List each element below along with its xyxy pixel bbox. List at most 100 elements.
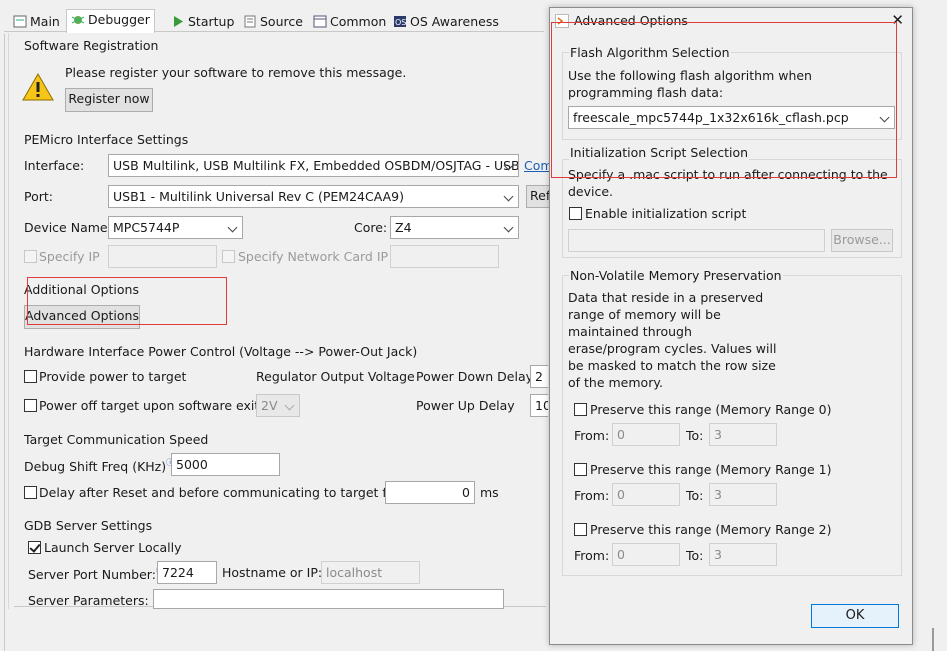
tab-startup-label: Startup [188,14,235,29]
tab-debugger[interactable]: Debugger [66,9,155,33]
shift-freq-input[interactable]: 5000 [171,453,280,476]
regulator-voltage-label: Regulator Output Voltage [256,369,415,384]
chevron-down-icon [503,222,514,233]
warning-icon [22,72,54,105]
enable-init-script-checkbox[interactable] [569,207,582,220]
range-2-from-label: From: [574,548,610,563]
debugger-tab-icon [71,13,85,26]
chevron-down-icon [284,400,295,411]
power-off-checkbox[interactable] [24,399,37,412]
tab-source[interactable]: Source [238,11,308,32]
tab-main[interactable]: Main [8,11,65,32]
range-2-to-label: To: [686,548,704,563]
svg-text:OS: OS [395,18,406,27]
specify-ip-label: Specify IP [39,249,100,264]
delay-input[interactable]: 0 [385,481,475,504]
source-tab-icon [243,15,257,28]
tab-os-awareness[interactable]: OS OS Awareness [388,11,504,32]
specify-ip-input[interactable] [108,245,217,268]
port-select[interactable]: USB1 - Multilink Universal Rev C (PEM24C… [108,185,519,208]
server-port-input[interactable]: 7224 [157,561,217,584]
highlight-box-flash [551,22,897,178]
range-2-from-input[interactable]: 0 [612,543,680,566]
provide-power-checkbox[interactable] [24,370,37,383]
core-select[interactable]: Z4 [390,216,519,239]
nvm-desc-0: Data that reside in a preserved [568,290,764,305]
power-down-delay-input[interactable]: 2 [530,365,548,388]
interface-select[interactable]: USB Multilink, USB Multilink FX, Embedde… [108,154,519,177]
device-name-value: MPC5744P [113,220,180,235]
specify-nic-checkbox[interactable] [222,250,235,263]
power-down-delay-label: Power Down Delay [416,369,534,384]
voltage-value: 2V [261,398,278,413]
interface-value: USB Multilink, USB Multilink FX, Embedde… [113,158,519,173]
power-control-title: Hardware Interface Power Control (Voltag… [24,344,418,359]
init-desc-line2: device. [568,184,614,199]
specify-nic-label: Specify Network Card IP [238,249,389,264]
browse-button[interactable]: Browse... [831,229,893,252]
power-up-delay-input[interactable]: 10 [530,394,548,417]
preserve-range-0-checkbox[interactable] [574,403,587,416]
preserve-range-0-label: Preserve this range (Memory Range 0) [590,402,832,417]
voltage-select[interactable]: 2V [256,394,300,417]
highlight-box-advanced [27,277,227,325]
interface-label: Interface: [24,158,85,173]
tab-bar: Main Debugger Startup Source Common OS OS… [4,8,544,33]
chevron-down-icon [503,191,514,202]
range-1-to-input[interactable]: 3 [709,483,777,506]
delay-unit: ms [480,485,499,500]
gdb-title: GDB Server Settings [24,518,153,533]
window-edge [4,34,5,651]
device-name-select[interactable]: MPC5744P [108,216,243,239]
hostname-label: Hostname or IP: [222,565,323,580]
range-0-to-label: To: [686,428,704,443]
common-tab-icon [313,15,327,28]
tab-common-label: Common [330,14,387,29]
nvm-desc-2: maintained through [568,324,692,339]
tab-common[interactable]: Common [308,11,391,32]
nvm-desc-5: of the memory. [568,375,663,390]
main-tab-icon [13,15,27,28]
range-2-to-input[interactable]: 3 [709,543,777,566]
startup-tab-icon [171,15,185,28]
comm-speed-title: Target Communication Speed [24,432,209,447]
server-port-label: Server Port Number:ⓘ [28,565,164,582]
delay-after-reset-label: Delay after Reset and before communicati… [39,485,400,500]
preserve-range-2-checkbox[interactable] [574,523,587,536]
ok-button[interactable]: OK [811,604,899,628]
specify-nic-input[interactable] [390,245,499,268]
range-1-from-label: From: [574,488,610,503]
range-1-from-input[interactable]: 0 [612,483,680,506]
specify-ip-checkbox[interactable] [24,250,37,263]
nvm-title: Non-Volatile Memory Preservation [569,268,783,283]
scroll-edge [932,628,934,651]
server-params-input[interactable] [153,589,504,609]
tab-source-label: Source [260,14,303,29]
delay-after-reset-checkbox[interactable] [24,486,37,499]
registration-message: Please register your software to remove … [65,65,407,80]
preserve-range-1-label: Preserve this range (Memory Range 1) [590,462,832,477]
nvm-desc-1: range of memory will be [568,307,721,322]
tab-startup[interactable]: Startup [166,11,239,32]
port-value: USB1 - Multilink Universal Rev C (PEM24C… [113,189,404,204]
server-params-label: Server Parameters: [28,593,149,608]
nvm-desc-4: be masked to match the row size [568,358,776,373]
power-off-label: Power off target upon software exit [39,398,260,413]
power-up-delay-label: Power Up Delay [416,398,515,413]
range-1-to-label: To: [686,488,704,503]
register-now-button[interactable]: Register now [65,88,153,112]
preserve-range-1-checkbox[interactable] [574,463,587,476]
range-0-from-input[interactable]: 0 [612,423,680,446]
range-0-to-input[interactable]: 3 [709,423,777,446]
hostname-input[interactable]: localhost [321,561,420,584]
chevron-down-icon [227,222,238,233]
registration-title: Software Registration [24,38,159,53]
nvm-desc-3: erase/program cycles. Values will [568,341,777,356]
port-label: Port: [24,189,53,204]
range-0-from-label: From: [574,428,610,443]
init-script-path-input[interactable] [568,229,825,252]
launch-server-checkbox[interactable] [28,541,41,554]
enable-init-script-label: Enable initialization script [585,206,747,221]
core-value: Z4 [395,220,412,235]
os-awareness-tab-icon: OS [393,15,407,28]
